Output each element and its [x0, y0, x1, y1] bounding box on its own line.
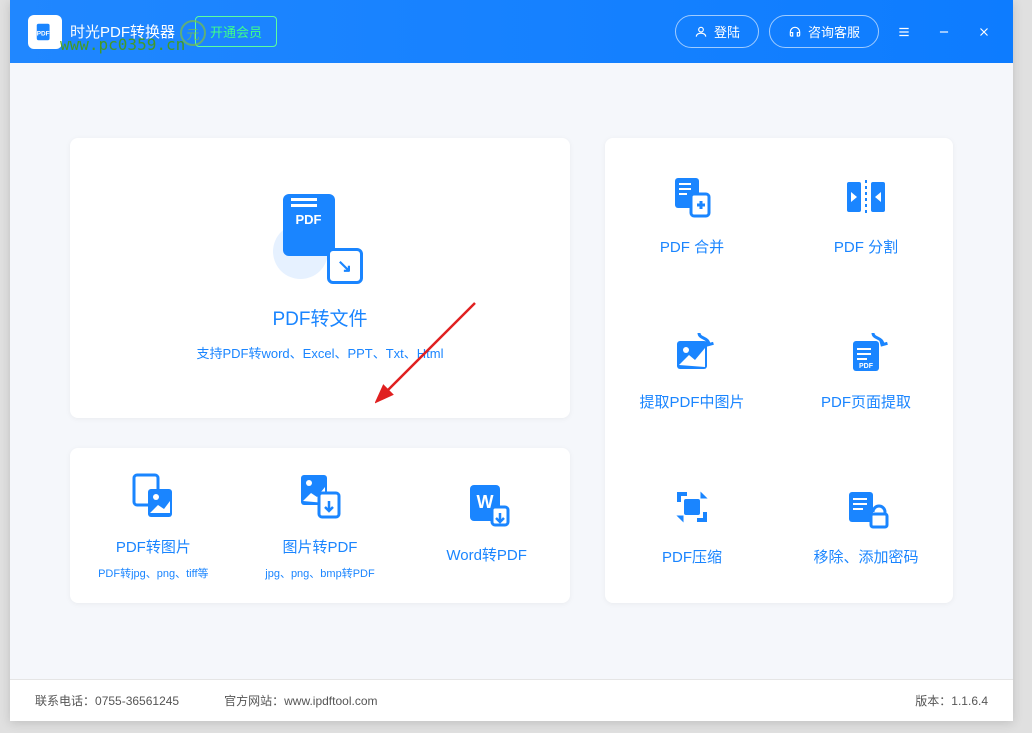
item-title: PDF 合并: [660, 236, 724, 257]
vip-button[interactable]: 开通会员: [195, 16, 277, 47]
pdf-to-image-item[interactable]: PDF转图片 PDF转jpg、png、tiff等: [78, 471, 228, 581]
user-icon: [694, 25, 708, 39]
item-subtitle: PDF转jpg、png、tiff等: [98, 565, 208, 581]
footer-site: 官方网站：www.ipdftool.com: [224, 692, 377, 709]
pdf-merge-icon: [669, 174, 715, 220]
word-to-pdf-item[interactable]: W Word转PDF: [412, 479, 562, 573]
main-card-title: PDF转文件: [272, 304, 367, 331]
titlebar: PDF 时光PDF转换器 开通会员 登陆 咨询客服: [10, 0, 1013, 63]
svg-text:PDF: PDF: [859, 363, 874, 370]
pdf-compress-item[interactable]: PDF压缩: [662, 484, 722, 567]
titlebar-controls: 登陆 咨询客服: [675, 15, 999, 48]
pdf-password-item[interactable]: 移除、添加密码: [813, 484, 918, 567]
extract-image-icon: [669, 329, 715, 375]
app-title: 时光PDF转换器: [70, 21, 175, 42]
footer-phone: 联系电话：0755-36561245: [35, 692, 179, 709]
right-column: PDF 合并 PDF 分割 提取PDF中图片 PDF: [605, 138, 953, 639]
pdf-to-image-icon: [128, 471, 178, 521]
app-logo-icon: PDF: [28, 15, 62, 49]
menu-button[interactable]: [889, 17, 919, 47]
item-title: 移除、添加密码: [813, 546, 918, 567]
main-card-subtitle: 支持PDF转word、Excel、PPT、Txt、Html: [196, 343, 443, 362]
support-button[interactable]: 咨询客服: [769, 15, 879, 48]
login-button[interactable]: 登陆: [675, 15, 759, 48]
pdf-to-file-icon: ↘: [278, 194, 363, 279]
pdf-page-extract-item[interactable]: PDF PDF页面提取: [821, 329, 911, 412]
image-to-pdf-item[interactable]: 图片转PDF jpg、png、bmp转PDF: [245, 471, 395, 581]
logo-group: PDF 时光PDF转换器: [28, 15, 175, 49]
extract-image-item[interactable]: 提取PDF中图片: [639, 329, 744, 412]
menu-icon: [897, 25, 911, 39]
watermark-badge: 元: [180, 20, 206, 46]
headset-icon: [788, 25, 802, 39]
pdf-page-extract-icon: PDF: [843, 329, 889, 375]
app-window: PDF 时光PDF转换器 开通会员 登陆 咨询客服: [10, 0, 1013, 721]
item-title: Word转PDF: [446, 544, 527, 565]
item-title: 图片转PDF: [282, 536, 357, 557]
item-title: PDF压缩: [662, 546, 722, 567]
item-title: PDF转图片: [116, 536, 191, 557]
close-button[interactable]: [969, 17, 999, 47]
pdf-password-icon: [843, 484, 889, 530]
pdf-split-icon: [843, 174, 889, 220]
svg-text:PDF: PDF: [37, 30, 50, 37]
item-subtitle: jpg、png、bmp转PDF: [265, 565, 374, 581]
item-title: 提取PDF中图片: [639, 391, 744, 412]
close-icon: [977, 25, 991, 39]
word-to-pdf-icon: W: [462, 479, 512, 529]
minimize-button[interactable]: [929, 17, 959, 47]
main-content: ↘ PDF转文件 支持PDF转word、Excel、PPT、Txt、Html P…: [10, 63, 1013, 679]
item-title: PDF页面提取: [821, 391, 911, 412]
bottom-conversion-card: PDF转图片 PDF转jpg、png、tiff等 图片转PDF jpg、png、…: [70, 448, 570, 603]
pdf-split-item[interactable]: PDF 分割: [834, 174, 898, 257]
left-column: ↘ PDF转文件 支持PDF转word、Excel、PPT、Txt、Html P…: [70, 138, 570, 639]
pdf-to-file-card[interactable]: ↘ PDF转文件 支持PDF转word、Excel、PPT、Txt、Html: [70, 138, 570, 418]
minimize-icon: [937, 25, 951, 39]
footer-version: 版本：1.1.6.4: [915, 692, 988, 709]
pdf-merge-item[interactable]: PDF 合并: [660, 174, 724, 257]
item-title: PDF 分割: [834, 236, 898, 257]
footer: 联系电话：0755-36561245 官方网站：www.ipdftool.com…: [10, 679, 1013, 721]
pdf-compress-icon: [669, 484, 715, 530]
tools-grid-card: PDF 合并 PDF 分割 提取PDF中图片 PDF: [605, 138, 953, 603]
image-to-pdf-icon: [295, 471, 345, 521]
